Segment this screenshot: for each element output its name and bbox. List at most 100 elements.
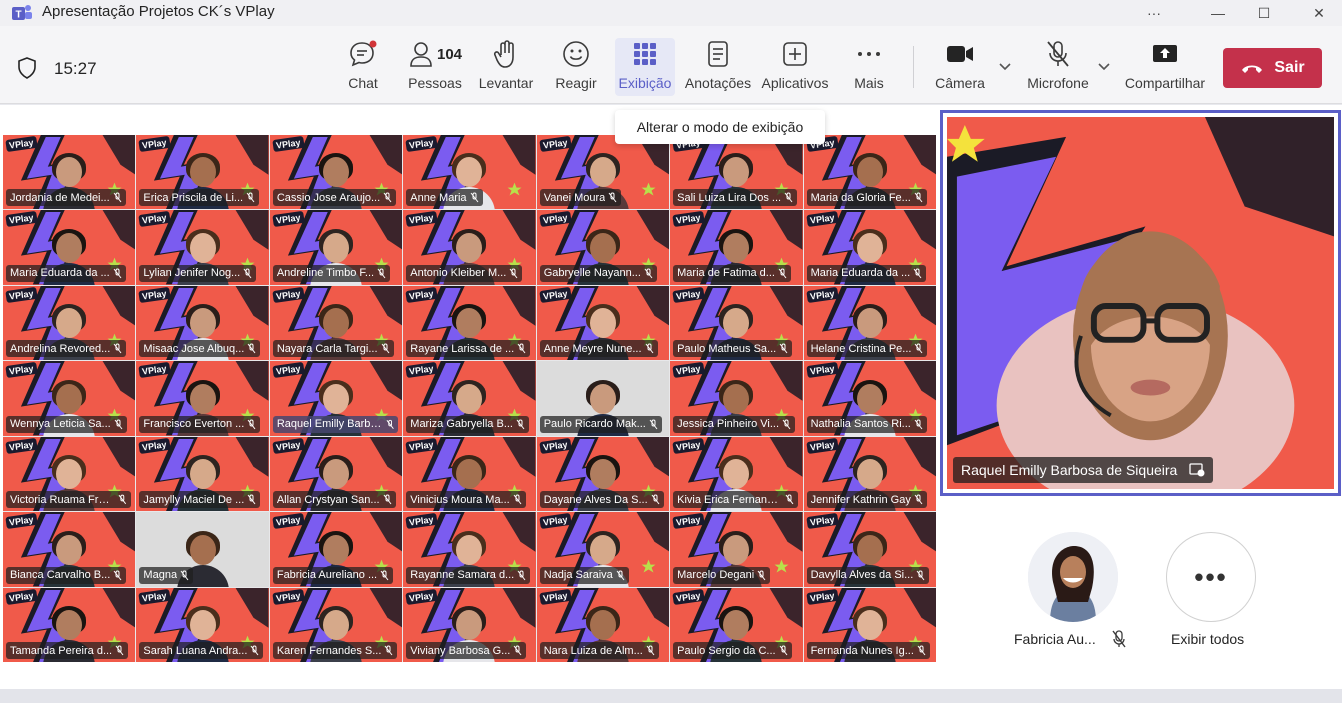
participant-tile[interactable]: VPlay Maria de Fatima d...: [670, 210, 803, 285]
participant-tile[interactable]: Magna: [136, 512, 269, 587]
participant-tile[interactable]: VPlay Allan Crystyan San...: [269, 436, 403, 512]
mic-button[interactable]: Microfone: [1022, 38, 1094, 96]
participant-name: Bianca Carvalho B...: [10, 569, 111, 582]
spotlight-video[interactable]: Raquel Emilly Barbosa de Siqueira: [940, 110, 1341, 496]
more-button[interactable]: Mais: [850, 38, 888, 96]
mic-options-chevron-icon[interactable]: [1097, 62, 1111, 72]
participant-tile[interactable]: VPlay Misaac Jose Albuq...: [136, 285, 269, 361]
participant-tile[interactable]: VPlay Andrelina Revored...: [3, 285, 136, 361]
participant-name: Antonio Kleiber M...: [410, 267, 507, 280]
face: [856, 232, 883, 263]
participant-name: Gabryelle Nayann...: [543, 267, 641, 280]
view-button[interactable]: Exibição: [615, 38, 675, 96]
participant-name-tag: Mariza Gabryella B...: [406, 415, 529, 433]
participant-name: Jordania de Medei...: [10, 191, 110, 204]
raise-hand-button[interactable]: Levantar: [477, 38, 535, 96]
participant-tile[interactable]: VPlay Jessica Pinheiro Vi...: [670, 361, 803, 436]
view-tooltip: Alterar o modo de exibição: [615, 110, 825, 144]
participant-tile[interactable]: VPlay Rayanne Samara d...: [403, 512, 536, 587]
participant-tile[interactable]: VPlay Anne Meyre Nune...: [536, 285, 670, 361]
participant-tile[interactable]: VPlay Helane Cristina Pe...: [803, 285, 936, 361]
title-bar: T Apresentação Projetos CK´s VPlay ··· —…: [0, 0, 1342, 26]
face: [56, 459, 83, 490]
participant-tile[interactable]: VPlay Wennya Leticia Sa...: [3, 361, 136, 436]
participant-tile[interactable]: VPlay Davylla Alves da Si...: [803, 512, 936, 587]
shield-icon[interactable]: [17, 57, 37, 79]
participant-tile[interactable]: VPlay Vanei Moura: [536, 135, 670, 210]
people-button[interactable]: 104 Pessoas: [406, 38, 464, 96]
participant-tile[interactable]: VPlay Karen Fernandes S...: [269, 587, 403, 662]
chat-label: Chat: [348, 75, 378, 91]
participant-name: Kivia Erica Fernand...: [677, 493, 783, 506]
window-more-button[interactable]: ···: [1131, 0, 1177, 26]
bottom-edge: [0, 689, 1342, 703]
face: [723, 534, 750, 565]
muted-mic-icon: [115, 645, 124, 656]
toolbar-divider: [913, 46, 914, 88]
participant-tile[interactable]: Paulo Ricardo Mak...: [536, 361, 670, 436]
notes-button[interactable]: Anotações: [684, 38, 752, 96]
participant-tile[interactable]: VPlay Fernanda Nunes Ig...: [803, 587, 936, 662]
participant-tile[interactable]: VPlay Andreline Timbo F...: [269, 210, 403, 285]
participant-avatar[interactable]: [1028, 532, 1118, 622]
participant-tile[interactable]: VPlay Sali Luiza Lira Dos ...: [670, 135, 803, 210]
camera-options-chevron-icon[interactable]: [998, 62, 1012, 72]
participant-tile[interactable]: VPlay Viviany Barbosa G...: [403, 587, 536, 662]
participant-tile[interactable]: VPlay Lylian Jenifer Nog...: [136, 210, 269, 285]
face: [189, 383, 216, 414]
muted-mic-icon: [113, 192, 122, 203]
participant-tile[interactable]: VPlay Fabricia Aureliano ...: [269, 512, 403, 587]
participant-tile[interactable]: VPlay Antonio Kleiber M...: [403, 210, 536, 285]
participant-tile[interactable]: VPlay Erica Priscila de Li...: [136, 135, 269, 210]
participant-tile[interactable]: VPlay Cassio Jose Araujo...: [269, 135, 403, 210]
participant-tile[interactable]: VPlay Dayane Alves Da S...: [536, 436, 670, 512]
participant-name: Fabricia Aureliano ...: [276, 569, 378, 582]
share-screen-icon: [1153, 45, 1177, 62]
participant-name: Nathalia Santos Ri...: [810, 418, 911, 431]
participant-tile[interactable]: VPlay Gabryelle Nayann...: [536, 210, 670, 285]
participant-tile[interactable]: VPlay Paulo Sergio da C...: [670, 587, 803, 662]
participant-tile[interactable]: VPlay Bianca Carvalho B...: [3, 512, 136, 587]
mic-label: Microfone: [1027, 75, 1089, 91]
participant-name: Helane Cristina Pe...: [810, 342, 912, 355]
participant-name-tag: Bianca Carvalho B...: [6, 566, 127, 584]
participant-tile[interactable]: VPlay Kivia Erica Fernand...: [670, 436, 803, 512]
share-button[interactable]: Compartilhar: [1122, 38, 1208, 96]
participant-name-tag: Paulo Matheus Sa...: [673, 340, 793, 358]
react-button[interactable]: Reagir: [552, 38, 600, 96]
participant-tile[interactable]: VPlay Nara Luiza de Alm...: [536, 587, 670, 662]
participant-tile[interactable]: VPlay Sarah Luana Andra...: [136, 587, 269, 662]
muted-mic-icon: [517, 570, 526, 580]
participant-name: Paulo Matheus Sa...: [677, 342, 777, 355]
participant-tile[interactable]: VPlay Maria Eduarda da ...: [803, 210, 936, 285]
participant-tile[interactable]: VPlay Raquel Emilly Barbos...: [269, 361, 403, 436]
participant-tile[interactable]: VPlay Victoria Ruama Freit...: [3, 436, 136, 512]
show-all-button[interactable]: •••: [1166, 532, 1256, 622]
participant-tile[interactable]: VPlay Mariza Gabryella B...: [403, 361, 536, 436]
participant-tile[interactable]: VPlay Jordania de Medei...: [3, 135, 136, 210]
close-button[interactable]: ✕: [1296, 0, 1342, 26]
participant-tile[interactable]: VPlay Jennifer Kathrin Gay: [803, 436, 936, 512]
participant-tile[interactable]: VPlay Paulo Matheus Sa...: [670, 285, 803, 361]
participant-tile[interactable]: VPlay Vinicius Moura Ma...: [403, 436, 536, 512]
participant-tile[interactable]: VPlay Anne Maria: [403, 135, 536, 210]
minimize-button[interactable]: —: [1195, 0, 1241, 26]
face: [189, 232, 216, 263]
participant-tile[interactable]: VPlay Francisco Everton ...: [136, 361, 269, 436]
participant-name: Nara Luiza de Alm...: [543, 644, 643, 657]
participant-name-tag: Jordania de Medei...: [6, 189, 126, 207]
maximize-button[interactable]: ☐: [1241, 0, 1287, 26]
participant-tile[interactable]: VPlay Nathalia Santos Ri...: [803, 361, 936, 436]
participant-tile[interactable]: VPlay Marcelo Degani: [670, 512, 803, 587]
participant-tile[interactable]: VPlay Nadja Saraiva: [536, 512, 670, 587]
participant-tile[interactable]: VPlay Maria da Gloria Fe...: [803, 135, 936, 210]
leave-button[interactable]: Sair: [1223, 48, 1322, 88]
camera-button[interactable]: Câmera: [932, 38, 988, 96]
chat-button[interactable]: Chat: [340, 38, 386, 96]
participant-tile[interactable]: VPlay Rayane Larissa de ...: [403, 285, 536, 361]
participant-tile[interactable]: VPlay Nayara Carla Targi...: [269, 285, 403, 361]
participant-tile[interactable]: VPlay Jamylly Maciel De ...: [136, 436, 269, 512]
participant-tile[interactable]: VPlay Tamanda Pereira d...: [3, 587, 136, 662]
apps-button[interactable]: Aplicativos: [759, 38, 831, 96]
participant-tile[interactable]: VPlay Maria Eduarda da ...: [3, 210, 136, 285]
